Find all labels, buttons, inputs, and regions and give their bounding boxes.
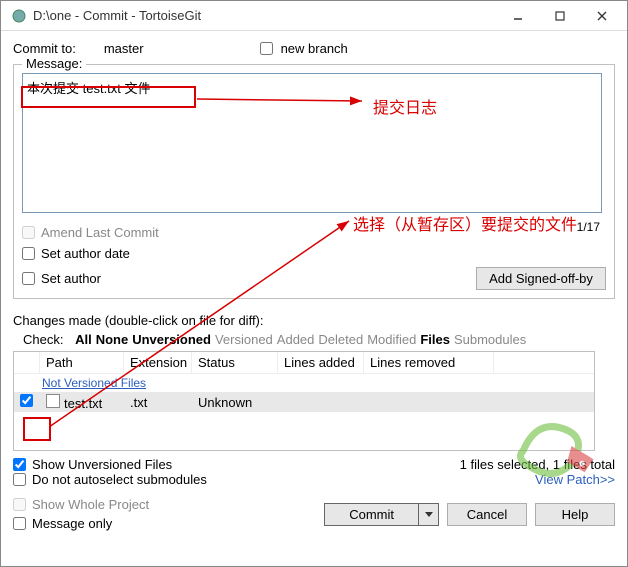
col-lines-added[interactable]: Lines added [278,352,364,373]
check-all[interactable]: All [75,332,92,347]
file-list: Path Extension Status Lines added Lines … [13,351,595,451]
set-author-checkbox[interactable] [22,272,35,285]
new-branch-label: new branch [281,41,348,56]
col-path[interactable]: Path [40,352,124,373]
show-unversioned-label: Show Unversioned Files [32,457,172,472]
check-versioned[interactable]: Versioned [215,332,273,347]
message-only-checkbox[interactable] [13,517,26,530]
window-title: D:\one - Commit - TortoiseGit [33,8,497,23]
show-whole-project-checkbox[interactable] [13,498,26,511]
check-unversioned[interactable]: Unversioned [132,332,211,347]
check-deleted[interactable]: Deleted [318,332,363,347]
commit-button[interactable]: Commit [324,503,439,526]
commit-message-text: 本次提交 test.txt 文件 [27,81,151,96]
file-status: Unknown [192,395,278,410]
help-button[interactable]: Help [535,503,615,526]
changes-label: Changes made (double-click on file for d… [13,313,615,328]
cancel-button[interactable]: Cancel [447,503,527,526]
commit-dropdown[interactable] [419,503,439,526]
selected-total: 1 files selected, 1 files total [460,457,615,472]
check-none[interactable]: None [96,332,129,347]
set-author-date-label: Set author date [41,246,130,261]
maximize-button[interactable] [539,2,581,30]
col-status[interactable]: Status [192,352,278,373]
amend-checkbox[interactable] [22,226,35,239]
file-path: test.txt [64,396,102,411]
check-submodules[interactable]: Submodules [454,332,526,347]
commit-to-label: Commit to: [13,41,76,56]
show-whole-project-label: Show Whole Project [32,497,149,512]
check-label: Check: [23,332,63,347]
view-patch-link[interactable]: View Patch>> [460,472,615,487]
set-author-date-checkbox[interactable] [22,247,35,260]
check-files[interactable]: Files [420,332,450,347]
close-button[interactable] [581,2,623,30]
set-author-label: Set author [41,271,101,286]
titlebar: D:\one - Commit - TortoiseGit [1,1,627,31]
signed-off-button[interactable]: Add Signed-off-by [476,267,606,290]
text-file-icon [46,394,60,408]
commit-to-branch: master [104,41,144,56]
tortoisegit-icon [11,8,27,24]
file-row-checkbox[interactable] [20,394,33,407]
show-unversioned-checkbox[interactable] [13,458,26,471]
no-autoselect-checkbox[interactable] [13,473,26,486]
col-lines-removed[interactable]: Lines removed [364,352,494,373]
check-filter-row: Check: All None Unversioned Versioned Ad… [23,332,615,347]
no-autoselect-label: Do not autoselect submodules [32,472,207,487]
message-only-label: Message only [32,516,112,531]
new-branch-checkbox[interactable] [260,42,273,55]
message-legend: Message: [22,56,86,71]
minimize-button[interactable] [497,2,539,30]
check-modified[interactable]: Modified [367,332,416,347]
char-counter: 1/17 [577,220,600,234]
group-not-versioned[interactable]: Not Versioned Files [14,374,594,392]
check-added[interactable]: Added [277,332,315,347]
table-header: Path Extension Status Lines added Lines … [14,352,594,374]
amend-label: Amend Last Commit [41,225,159,240]
file-row[interactable]: test.txt .txt Unknown [14,392,594,412]
file-ext: .txt [124,395,192,410]
message-group: Message: 本次提交 test.txt 文件 1/17 Amend Las… [13,64,615,299]
commit-message-input[interactable]: 本次提交 test.txt 文件 [22,73,602,213]
col-ext[interactable]: Extension [124,352,192,373]
